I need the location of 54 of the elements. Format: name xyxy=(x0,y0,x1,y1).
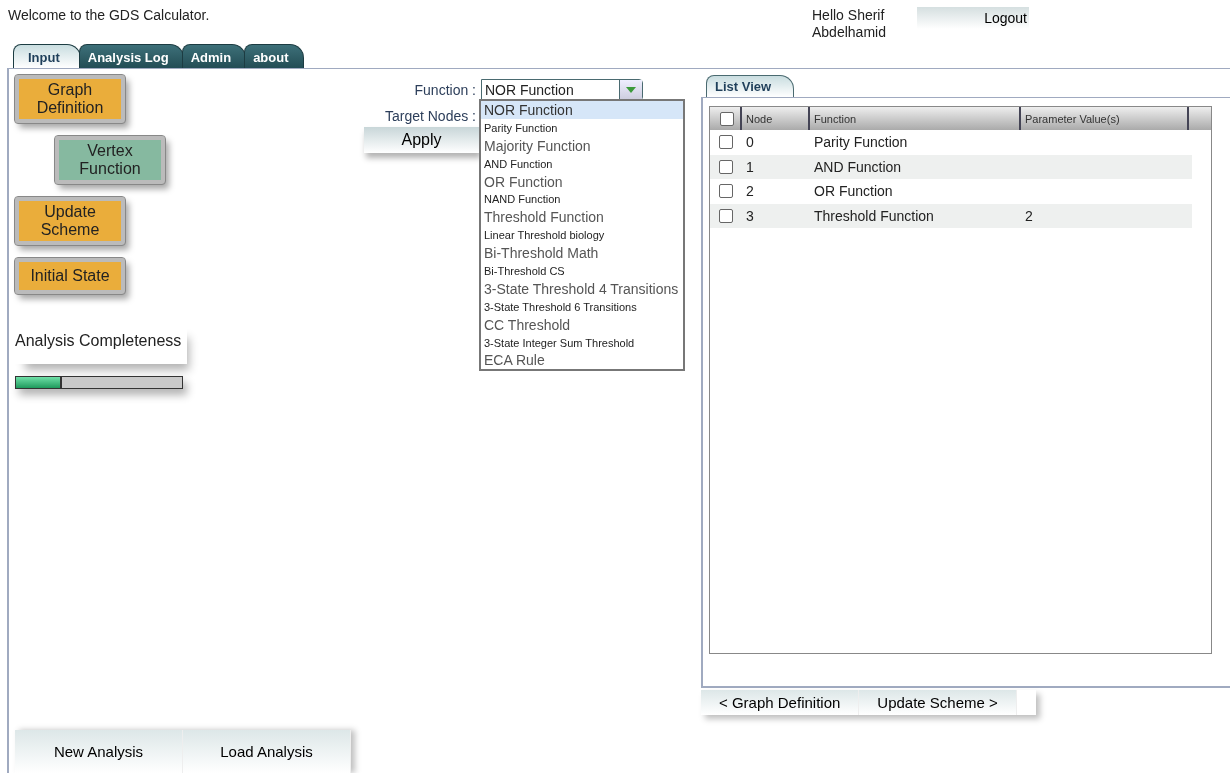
table-cell: 0 xyxy=(746,134,754,151)
select-all-checkbox[interactable] xyxy=(720,111,734,126)
function-select[interactable]: NOR Function xyxy=(481,79,643,101)
dropdown-option[interactable]: OR Function xyxy=(481,172,683,191)
row-checkbox[interactable] xyxy=(719,159,733,174)
table-cell: 2 xyxy=(1025,207,1033,224)
dropdown-option[interactable]: NOR Function xyxy=(481,101,683,119)
dropdown-option[interactable]: Majority Function xyxy=(481,136,683,155)
greeting-text: Hello Sherif Abdelhamid xyxy=(812,7,887,41)
table-cell: OR Function xyxy=(814,183,893,200)
target-nodes-label: Target Nodes : xyxy=(383,108,477,124)
welcome-text: Welcome to the GDS Calculator. xyxy=(8,7,211,23)
caret-icon xyxy=(625,86,637,94)
dropdown-option[interactable]: 3-State Threshold 6 Transitions xyxy=(481,297,683,316)
dropdown-option[interactable]: Bi-Threshold Math xyxy=(481,244,683,262)
dropdown-option[interactable]: CC Threshold xyxy=(481,315,683,334)
dropdown-option[interactable]: 3-State Integer Sum Threshold xyxy=(481,333,683,352)
table-cell: 1 xyxy=(746,158,754,175)
column-header[interactable]: Parameter Value(s) xyxy=(1021,107,1189,130)
row-checkbox[interactable] xyxy=(719,135,733,150)
table-cell: 3 xyxy=(746,207,754,224)
dropdown-option[interactable]: Linear Threshold biology xyxy=(481,226,683,245)
dropdown-option[interactable]: Parity Function xyxy=(481,118,683,137)
function-label: Function : xyxy=(413,82,477,98)
table-cell: AND Function xyxy=(814,158,902,175)
dropdown-option[interactable]: Threshold Function xyxy=(481,208,683,227)
row-checkbox[interactable] xyxy=(719,184,733,199)
tab[interactable]: Input xyxy=(13,44,81,68)
dropdown-option[interactable]: 3-State Threshold 4 Transitions xyxy=(481,279,683,298)
column-header[interactable]: Function xyxy=(810,107,1021,130)
nav-button[interactable]: < Graph Definition xyxy=(701,690,860,715)
dropdown-option[interactable]: Bi-Threshold CS xyxy=(481,262,683,280)
table-cell: 2 xyxy=(746,183,754,200)
list-view-tab[interactable]: List View xyxy=(706,75,795,97)
dropdown-option[interactable]: ECA Rule xyxy=(481,351,683,370)
dropdown-option[interactable]: AND Function xyxy=(481,154,683,173)
dropdown-option[interactable]: NAND Function xyxy=(481,190,683,209)
row-checkbox[interactable] xyxy=(719,208,733,223)
analysis-button[interactable]: Load Analysis xyxy=(183,730,351,773)
tab[interactable]: Analysis Log xyxy=(78,44,184,68)
tab[interactable]: Admin xyxy=(181,44,247,68)
step-button[interactable]: Initial State xyxy=(15,258,125,294)
step-button[interactable]: Graph Definition xyxy=(15,75,125,123)
analysis-button[interactable]: New Analysis xyxy=(15,730,183,773)
table-cell: Parity Function xyxy=(814,134,908,151)
logout-button[interactable]: Logout xyxy=(917,7,1029,29)
table-cell: Threshold Function xyxy=(814,207,934,224)
apply-button[interactable]: Apply xyxy=(364,127,479,153)
step-button[interactable]: Vertex Function xyxy=(55,136,165,184)
nav-button[interactable]: Update Scheme > xyxy=(859,690,1017,715)
column-header[interactable]: Node xyxy=(742,107,810,130)
step-button[interactable]: Update Scheme xyxy=(15,197,125,245)
completeness-label: Analysis Completeness xyxy=(15,324,187,364)
tab[interactable]: about xyxy=(244,44,304,68)
